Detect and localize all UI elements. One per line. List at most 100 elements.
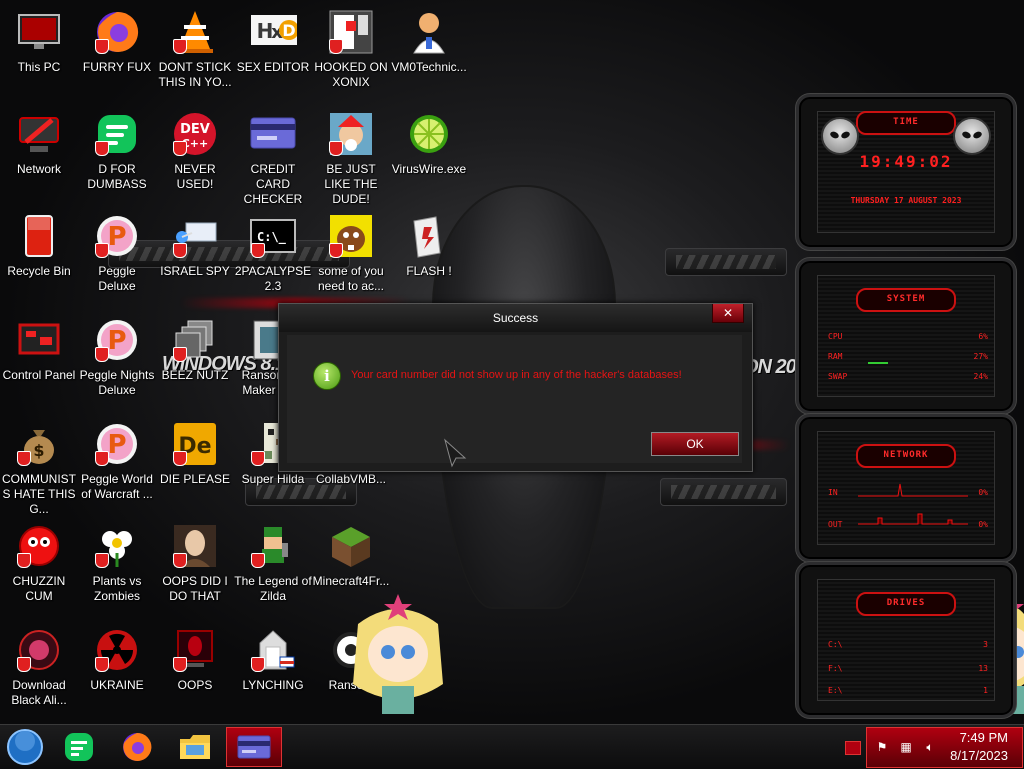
desktop-icon-vm0technic[interactable]: VM0Technic...: [390, 8, 468, 75]
desktop-icon-viruswire[interactable]: VirusWire.exe: [390, 110, 468, 177]
desktop-icon-ukraine[interactable]: UKRAINE: [78, 626, 156, 693]
portrait-icon: [171, 522, 219, 570]
desktop-icon-chuzzin[interactable]: CHUZZIN CUM: [0, 522, 78, 604]
drive-c-value: 3: [983, 640, 988, 649]
desktop-icon-plants-vs-zombies[interactable]: Plants vs Zombies: [78, 522, 156, 604]
time-gadget-header: TIME: [856, 111, 956, 135]
system-gadget-header: SYSTEM: [856, 288, 956, 312]
svg-text:P: P: [107, 222, 126, 252]
network-icon: [15, 110, 63, 158]
drives-gadget-header: DRIVES: [856, 592, 956, 616]
flower-icon: [93, 522, 141, 570]
desktop-icon-peggle-wow[interactable]: P Peggle World of Warcraft ...: [78, 420, 156, 502]
clock-time[interactable]: 7:49 PM: [960, 730, 1008, 745]
desktop-icon-peggle-nights[interactable]: P Peggle Nights Deluxe: [78, 316, 156, 398]
desktop-icon-network[interactable]: Network: [0, 110, 78, 177]
desktop-icon-d-for-dumbass[interactable]: D FOR DUMBASS: [78, 110, 156, 192]
system-graph: [868, 362, 888, 364]
clock-date[interactable]: 8/17/2023: [950, 748, 1008, 763]
success-dialog[interactable]: Success ✕ i Your card number did not sho…: [278, 303, 753, 472]
desktop-icon-israel-spy[interactable]: ISRAEL SPY: [156, 212, 234, 279]
system-ram-label: RAM: [828, 352, 843, 361]
dialog-close-button[interactable]: ✕: [712, 304, 744, 323]
taskbar-credit-card-checker[interactable]: [226, 727, 282, 767]
taskbar-firefox[interactable]: [116, 729, 158, 765]
flash-file-icon: [405, 212, 453, 260]
recycle-bin-icon: [15, 212, 63, 260]
stacked-windows-icon: [171, 316, 219, 364]
dialog-title-bar[interactable]: Success ✕: [279, 304, 752, 332]
desktop-icon-credit-card-checker[interactable]: CREDIT CARD CHECKER: [234, 110, 312, 207]
time-gadget[interactable]: TIME 19:49:02 THURSDAY 17 AUGUST 2023: [796, 94, 1016, 250]
system-gadget[interactable]: SYSTEM CPU 6% RAM 27% SWAP 24%: [796, 258, 1016, 414]
taskbar-explorer[interactable]: [174, 729, 216, 765]
system-ram-value: 27%: [973, 352, 988, 361]
show-hidden-icons-button[interactable]: [845, 741, 861, 755]
spy-tool-icon: [171, 212, 219, 260]
green-document-icon: [65, 733, 93, 761]
desktop-icon-oops[interactable]: OOPS: [156, 626, 234, 693]
dialog-message: Your card number did not show up in any …: [351, 369, 682, 381]
svg-text:$: $: [33, 441, 44, 460]
desktop-icon-control-panel[interactable]: Control Panel: [0, 316, 78, 383]
doctor-person-icon: [405, 8, 453, 56]
desktop-icon-peggle-deluxe[interactable]: P Peggle Deluxe: [78, 212, 156, 294]
volume-icon[interactable]: 🔈︎: [923, 740, 937, 754]
folder-icon: [180, 735, 210, 759]
radiation-icon: [93, 626, 141, 674]
desktop-icon-beez-nutz[interactable]: BEEZ NUTZ: [156, 316, 234, 383]
system-swap-label: SWAP: [828, 372, 848, 381]
network-graph: [858, 483, 968, 525]
network-in-label: IN: [828, 488, 838, 497]
alienware-logo-icon: [953, 117, 991, 155]
ok-button[interactable]: OK: [651, 432, 739, 456]
control-panel-icon: [15, 316, 63, 364]
desktop-icon-communists[interactable]: $ COMMUNISTS HATE THIS G...: [0, 420, 78, 517]
desktop-icon-flash[interactable]: FLASH !: [390, 212, 468, 279]
desktop-icon-lynching[interactable]: LYNCHING: [234, 626, 312, 693]
terminal-icon: C:\_: [249, 212, 297, 260]
dev-cpp-icon: DEV C++: [171, 110, 219, 158]
desktop-icon-hooked-on-xonix[interactable]: HOOKED ON XONIX: [312, 8, 390, 90]
peggle-icon: P: [93, 420, 141, 468]
peggle-icon: P: [93, 316, 141, 364]
desktop-icon-2pacalypse[interactable]: C:\_ 2PACALYPSE 2.3: [234, 212, 312, 294]
wallpaper-stripe: [665, 248, 787, 276]
network-status-icon[interactable]: ▦: [899, 740, 913, 754]
start-button[interactable]: [4, 729, 46, 765]
vlc-cone-icon: [171, 8, 219, 56]
taskbar-app-green[interactable]: [58, 729, 100, 765]
desktop-icon-this-pc[interactable]: This PC: [0, 8, 78, 75]
network-gadget[interactable]: NETWORK IN 0% OUT 0%: [796, 414, 1016, 562]
desktop-icon-never-used[interactable]: DEV C++ NEVER USED!: [156, 110, 234, 192]
desktop-icon-some-of-you[interactable]: some of you need to ac...: [312, 212, 390, 294]
alienware-logo-icon: [821, 117, 859, 155]
desktop-icon-die-please[interactable]: De DIE PLEASE: [156, 420, 234, 487]
system-tray[interactable]: ⚑ ▦ 🔈︎ 7:49 PM 8/17/2023: [866, 727, 1023, 768]
desktop-icon-sex-editor[interactable]: HxD SEX EDITOR: [234, 8, 312, 75]
red-monitor-icon: [171, 626, 219, 674]
desktop-icon-legend-of-zilda[interactable]: The Legend of Zilda: [234, 522, 312, 604]
system-cpu-value: 6%: [978, 332, 988, 341]
desktop-icon-furry-fux[interactable]: FURRY FUX: [78, 8, 156, 75]
desktop-icon-dont-stick[interactable]: DONT STICK THIS IN YO...: [156, 8, 234, 90]
drives-gadget[interactable]: DRIVES C:\ 3 F:\ 13 E:\ 1: [796, 562, 1016, 718]
peggle-icon: P: [93, 212, 141, 260]
desktop-icon-be-just-like-the-dude[interactable]: BE JUST LIKE THE DUDE!: [312, 110, 390, 207]
desktop-icon-download-black-alien[interactable]: Download Black Ali...: [0, 626, 78, 708]
flag-icon[interactable]: ⚑: [875, 740, 889, 754]
grass-block-icon: [327, 522, 375, 570]
dialog-body: i Your card number did not show up in an…: [287, 335, 742, 463]
star-character-sticker: [353, 594, 443, 714]
system-swap-value: 24%: [973, 372, 988, 381]
desktop-icon-recycle-bin[interactable]: Recycle Bin: [0, 212, 78, 279]
black-alien-icon: [15, 626, 63, 674]
firefox-icon: [123, 732, 152, 761]
svg-text:D: D: [282, 21, 295, 40]
drive-f-value: 13: [978, 664, 988, 673]
drive-f-label: F:\: [828, 664, 843, 673]
mouse-cursor-icon: [444, 438, 467, 468]
svg-text:DEV: DEV: [180, 122, 210, 137]
desktop-icon-minecraft[interactable]: Minecraft4Fr...: [312, 522, 390, 589]
desktop-icon-oops-did-i[interactable]: OOPS DID I DO THAT: [156, 522, 234, 604]
